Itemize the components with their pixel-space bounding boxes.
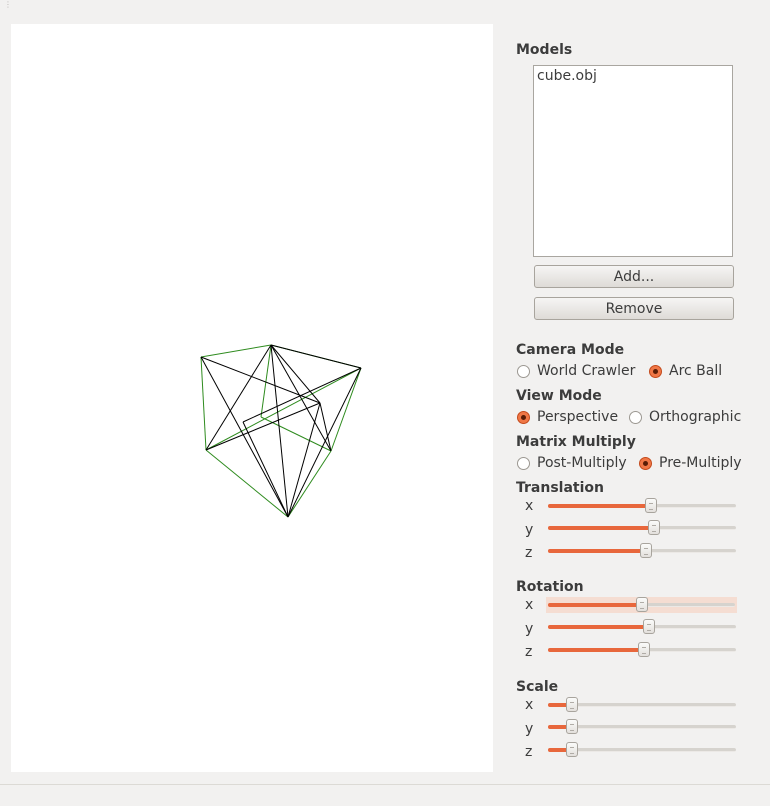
cube-edge bbox=[330, 367, 362, 452]
slider-handle[interactable] bbox=[637, 642, 650, 657]
view-orthographic-option[interactable]: Orthographic bbox=[629, 408, 741, 426]
slider-handle[interactable] bbox=[644, 498, 657, 513]
add-model-button[interactable]: Add... bbox=[534, 265, 734, 288]
translation-x-slider[interactable] bbox=[548, 498, 736, 514]
pre-multiply-label: Pre-Multiply bbox=[659, 455, 742, 471]
pre-multiply-radio[interactable] bbox=[639, 456, 652, 470]
cube-edge bbox=[270, 344, 362, 369]
rotation-x-slider[interactable] bbox=[546, 597, 737, 613]
render-viewport[interactable] bbox=[11, 24, 493, 772]
cube-edge bbox=[270, 344, 321, 404]
scale-heading: Scale bbox=[516, 679, 559, 695]
scale-z-slider[interactable] bbox=[548, 742, 736, 758]
world-crawler-label: World Crawler bbox=[537, 363, 636, 379]
cube-edge bbox=[200, 356, 321, 404]
grip-dots-icon: ⋮ bbox=[4, 0, 12, 9]
camera-world-crawler-option[interactable]: World Crawler bbox=[517, 362, 635, 380]
slider-handle[interactable] bbox=[635, 597, 648, 612]
view-perspective-option[interactable]: Perspective bbox=[517, 408, 618, 426]
cube-edge bbox=[242, 367, 362, 423]
camera-mode-heading: Camera Mode bbox=[516, 342, 625, 358]
scale-y-slider[interactable] bbox=[548, 719, 736, 735]
window-resize-grip[interactable]: ⋮ bbox=[0, 0, 770, 12]
rotation-x-label: x bbox=[525, 597, 534, 613]
camera-arc-ball-option[interactable]: Arc Ball bbox=[649, 362, 722, 380]
cube-edge bbox=[319, 402, 332, 452]
slider-handle[interactable] bbox=[565, 719, 578, 734]
orthographic-label: Orthographic bbox=[649, 409, 742, 425]
translation-y-slider[interactable] bbox=[548, 520, 736, 536]
cube-edge bbox=[260, 416, 332, 452]
translation-y-label: y bbox=[525, 522, 534, 538]
matrix-multiply-heading: Matrix Multiply bbox=[516, 434, 636, 450]
rotation-heading: Rotation bbox=[516, 579, 584, 595]
cube-edge bbox=[200, 356, 207, 451]
view-mode-heading: View Mode bbox=[516, 388, 602, 404]
perspective-radio[interactable] bbox=[517, 410, 530, 424]
remove-model-button[interactable]: Remove bbox=[534, 297, 734, 320]
scale-z-label: z bbox=[525, 744, 533, 760]
cube-edge bbox=[205, 449, 289, 518]
model-list-item[interactable]: cube.obj bbox=[537, 68, 597, 84]
black-edges bbox=[200, 344, 362, 518]
rotation-y-slider[interactable] bbox=[548, 619, 736, 635]
cube-edge bbox=[242, 421, 289, 518]
orthographic-radio[interactable] bbox=[629, 410, 642, 424]
world-crawler-radio[interactable] bbox=[517, 364, 530, 378]
slider-handle[interactable] bbox=[565, 697, 578, 712]
arc-ball-radio[interactable] bbox=[649, 364, 662, 378]
wireframe-cube bbox=[200, 344, 362, 518]
status-bar bbox=[0, 784, 770, 806]
slider-handle[interactable] bbox=[648, 520, 661, 535]
translation-heading: Translation bbox=[516, 480, 604, 496]
cube-edge bbox=[287, 367, 362, 518]
pre-multiply-option[interactable]: Pre-Multiply bbox=[639, 454, 742, 472]
models-heading: Models bbox=[516, 42, 573, 58]
post-multiply-label: Post-Multiply bbox=[537, 455, 627, 471]
scale-y-label: y bbox=[525, 721, 534, 737]
arc-ball-label: Arc Ball bbox=[669, 363, 723, 379]
translation-z-slider[interactable] bbox=[548, 543, 736, 559]
scale-x-label: x bbox=[525, 697, 534, 713]
scale-x-slider[interactable] bbox=[548, 697, 736, 713]
green-edges bbox=[200, 344, 362, 518]
post-multiply-radio[interactable] bbox=[517, 456, 530, 470]
rotation-z-slider[interactable] bbox=[548, 642, 736, 658]
translation-x-label: x bbox=[525, 498, 534, 514]
cube-edge bbox=[287, 402, 321, 518]
slider-handle[interactable] bbox=[643, 619, 656, 634]
cube-edge bbox=[205, 402, 321, 451]
cube-edge bbox=[287, 450, 332, 518]
slider-handle[interactable] bbox=[639, 543, 652, 558]
models-list[interactable]: cube.obj bbox=[533, 65, 733, 257]
slider-handle[interactable] bbox=[565, 742, 578, 757]
rotation-z-label: z bbox=[525, 644, 533, 660]
perspective-label: Perspective bbox=[537, 409, 619, 425]
cube-edge bbox=[205, 344, 272, 451]
rotation-y-label: y bbox=[525, 621, 534, 637]
post-multiply-option[interactable]: Post-Multiply bbox=[517, 454, 627, 472]
cube-edge bbox=[200, 344, 272, 358]
translation-z-label: z bbox=[525, 545, 533, 561]
